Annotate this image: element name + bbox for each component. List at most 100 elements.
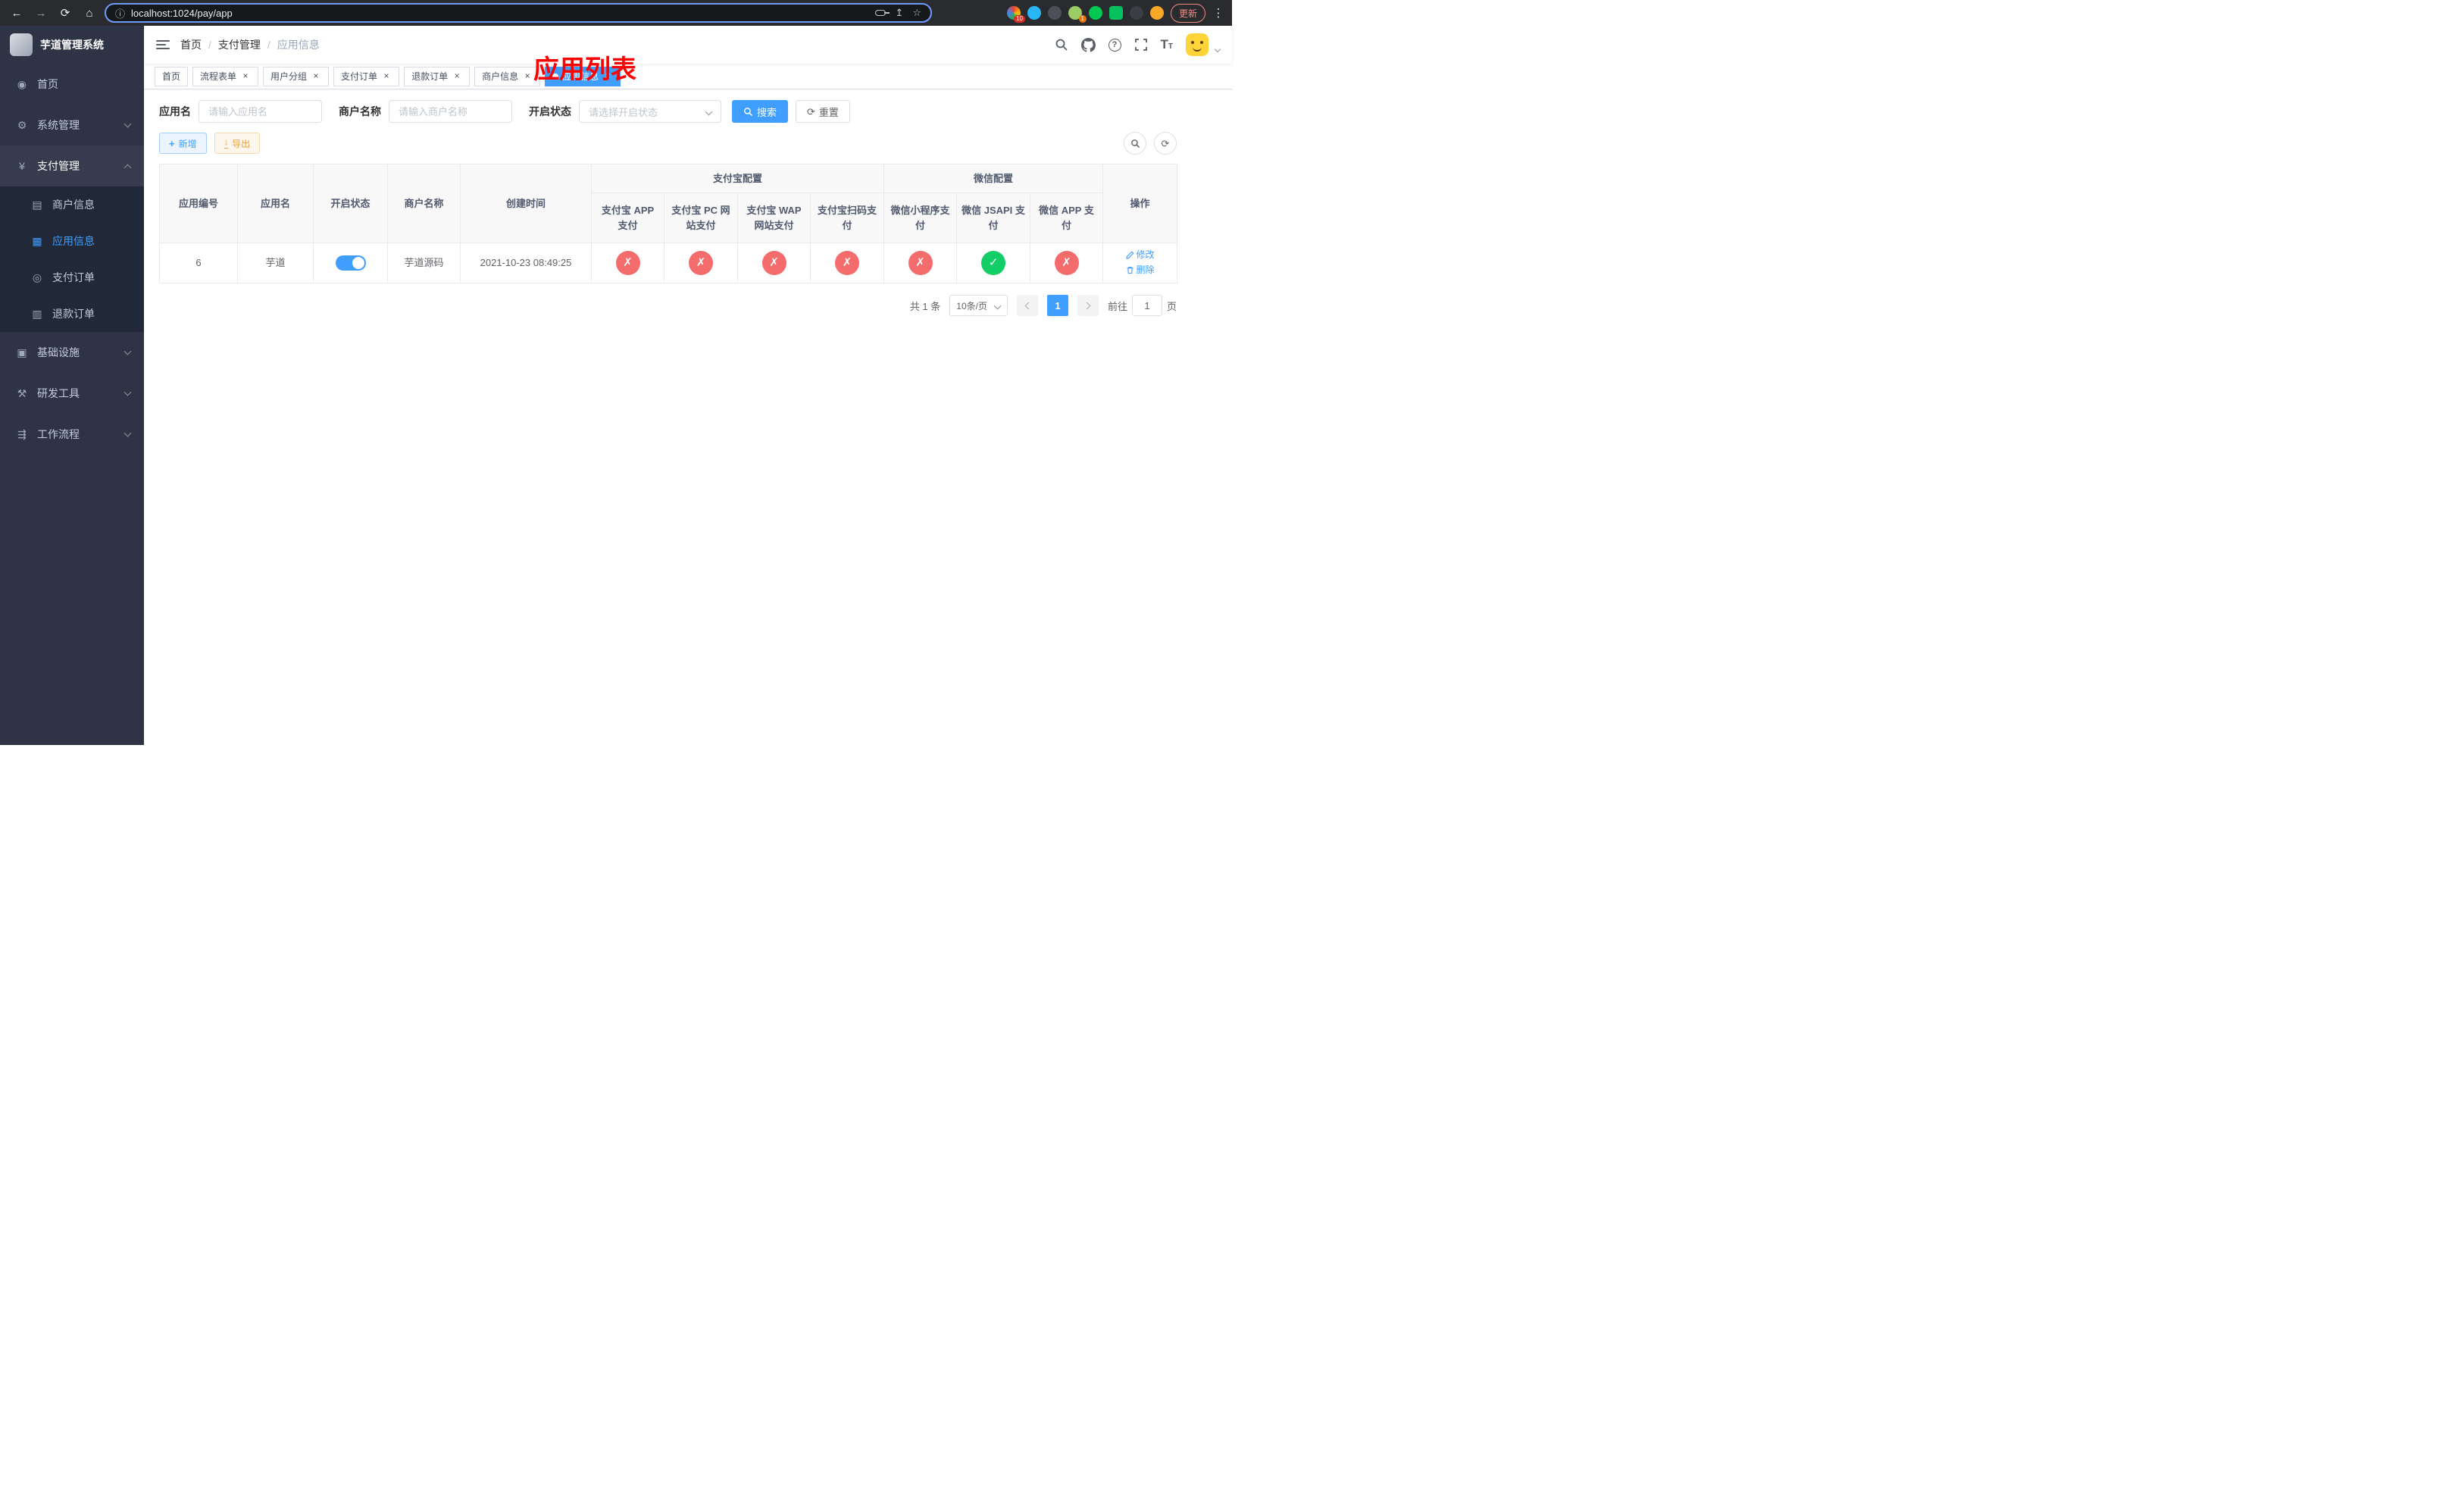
status-select[interactable]: 请选择开启状态 [579, 100, 721, 123]
sidebar-item-merchant-info[interactable]: ▤ 商户信息 [0, 186, 144, 223]
page-number-button[interactable]: 1 [1046, 295, 1068, 316]
sidebar-item-pay-order[interactable]: ◎ 支付订单 [0, 259, 144, 296]
address-bar[interactable]: ⓘ localhost:1024/pay/app ↥ ☆ [105, 3, 932, 23]
merchant-name-label: 商户名称 [339, 105, 381, 117]
cell-create-time: 2021-10-23 08:49:25 [460, 243, 592, 283]
delete-button[interactable]: 删除 [1126, 263, 1155, 277]
browser-update-button[interactable]: 更新 [1170, 3, 1205, 23]
tab-close-icon[interactable] [452, 71, 462, 82]
tab-pay-order[interactable]: 支付订单 [333, 66, 400, 86]
sidebar-item-payment[interactable]: ¥ 支付管理 [0, 146, 144, 186]
col-header-alipay-wap: 支付宝 WAP 网站支付 [737, 193, 811, 243]
sidebar-item-label: 工作流程 [37, 428, 80, 440]
extension-icon-8[interactable] [1149, 6, 1164, 20]
col-header-alipay-pc: 支付宝 PC 网站支付 [664, 193, 738, 243]
font-size-icon[interactable]: TT [1161, 37, 1174, 52]
site-info-icon[interactable]: ⓘ [115, 6, 125, 20]
edit-button[interactable]: 修改 [1125, 248, 1155, 261]
browser-back-icon[interactable]: ← [8, 4, 26, 22]
password-key-icon[interactable] [875, 10, 890, 16]
breadcrumb-payment[interactable]: 支付管理 [208, 37, 261, 52]
bookmark-star-icon[interactable]: ☆ [912, 7, 921, 19]
extension-icon-3[interactable] [1047, 6, 1062, 20]
extension-icon-2[interactable] [1027, 6, 1041, 20]
extension-badge-2: 1 [1078, 15, 1087, 23]
refresh-button[interactable]: ⟳ [1154, 132, 1177, 155]
extension-icon-5[interactable] [1088, 6, 1102, 20]
app-name-input[interactable] [199, 100, 322, 123]
sidebar-item-refund-order[interactable]: ▥ 退款订单 [0, 296, 144, 332]
tab-process-form[interactable]: 流程表单 [192, 66, 259, 86]
sidebar-item-infrastructure[interactable]: ▣ 基础设施 [0, 332, 144, 373]
sidebar-item-label: 支付管理 [37, 160, 80, 172]
extension-icon-7[interactable] [1129, 6, 1143, 20]
tab-close-icon[interactable] [311, 71, 321, 82]
sidebar: 芋道管理系统 ◉ 首页 ⚙ 系统管理 ¥ 支付管理 ▤ 商户信息 ▦ 应用信息 … [0, 26, 144, 745]
sidebar-item-home[interactable]: ◉ 首页 [0, 64, 144, 105]
chevron-down-icon [1214, 45, 1221, 53]
goto-page-input[interactable] [1131, 295, 1162, 316]
col-header-alipay-app: 支付宝 APP 支付 [591, 193, 664, 243]
status-toggle[interactable] [335, 255, 366, 271]
pagination: 共 1 条 10条/页 1 前往 页 [159, 295, 1177, 316]
edit-pencil-icon [1125, 250, 1134, 259]
merchant-name-input[interactable] [389, 100, 512, 123]
help-icon[interactable]: ? [1108, 38, 1121, 52]
browser-home-icon[interactable]: ⌂ [80, 4, 98, 22]
extension-icon-4[interactable]: 1 [1068, 6, 1087, 23]
col-header-status: 开启状态 [313, 164, 388, 243]
browser-reload-icon[interactable]: ⟳ [56, 4, 74, 22]
breadcrumb-home[interactable]: 首页 [180, 37, 202, 52]
tab-close-icon[interactable] [602, 71, 613, 82]
sidebar-item-workflow[interactable]: ⇶ 工作流程 [0, 414, 144, 455]
prev-page-button[interactable] [1016, 295, 1038, 316]
sidebar-item-dev-tools[interactable]: ⚒ 研发工具 [0, 373, 144, 414]
export-button[interactable]: ↓ 导出 [214, 133, 261, 154]
goto-unit-label: 页 [1166, 300, 1177, 312]
sidebar-item-label: 商户信息 [52, 199, 95, 211]
chevron-left-icon [1024, 302, 1033, 309]
tab-app-info[interactable]: 应用信息 [545, 66, 621, 86]
sidebar-toggle-icon[interactable] [156, 40, 170, 49]
tab-merchant-info[interactable]: 商户信息 [474, 66, 541, 86]
app-logo: 芋道管理系统 [0, 26, 144, 64]
home-icon: ◉ [17, 77, 27, 90]
chevron-up-icon [124, 164, 132, 171]
cell-app-name: 芋道 [237, 243, 314, 283]
tab-refund-order[interactable]: 退款订单 [404, 66, 471, 86]
tab-close-icon[interactable] [240, 71, 251, 82]
chevron-down-icon [124, 429, 132, 437]
github-icon[interactable] [1080, 37, 1096, 52]
logo-image [10, 33, 33, 56]
col-header-app-name: 应用名 [237, 164, 314, 243]
tab-user-group[interactable]: 用户分组 [263, 66, 330, 86]
reset-button[interactable]: ⟳ 重置 [796, 100, 850, 123]
tab-home[interactable]: 首页 [155, 66, 189, 86]
browser-forward-icon[interactable]: → [32, 4, 50, 22]
tab-close-icon[interactable] [381, 71, 392, 82]
search-icon[interactable] [1055, 38, 1068, 52]
next-page-button[interactable] [1077, 295, 1099, 316]
toggle-search-button[interactable] [1124, 132, 1146, 155]
infra-icon: ▣ [17, 346, 27, 358]
extension-icon-1[interactable]: 10 [1006, 6, 1025, 23]
fullscreen-icon[interactable] [1134, 38, 1148, 52]
extension-icon-6[interactable] [1108, 6, 1123, 20]
browser-menu-icon[interactable]: ⋮ [1212, 6, 1224, 20]
sidebar-item-system[interactable]: ⚙ 系统管理 [0, 105, 144, 146]
col-header-alipay-qr: 支付宝扫码支付 [809, 193, 885, 243]
pagination-total: 共 1 条 [909, 300, 941, 312]
add-button[interactable]: + 新增 [159, 133, 207, 154]
col-group-alipay: 支付宝配置 [590, 164, 885, 193]
sidebar-item-app-info[interactable]: ▦ 应用信息 [0, 223, 144, 259]
reset-icon: ⟳ [807, 105, 815, 117]
avatar[interactable] [1186, 33, 1209, 56]
search-button[interactable]: 搜索 [732, 100, 789, 123]
app-table: 应用编号 应用名 开启状态 商户名称 创建时间 支付宝配置 微信配置 操作 支付… [159, 164, 1178, 283]
page-size-select[interactable]: 10条/页 [949, 295, 1008, 316]
share-icon[interactable]: ↥ [895, 7, 903, 19]
tab-close-icon[interactable] [522, 71, 533, 82]
gear-icon: ⚙ [17, 118, 27, 131]
sidebar-item-label: 应用信息 [52, 235, 95, 247]
col-header-wx-app: 微信 APP 支付 [1030, 193, 1104, 243]
